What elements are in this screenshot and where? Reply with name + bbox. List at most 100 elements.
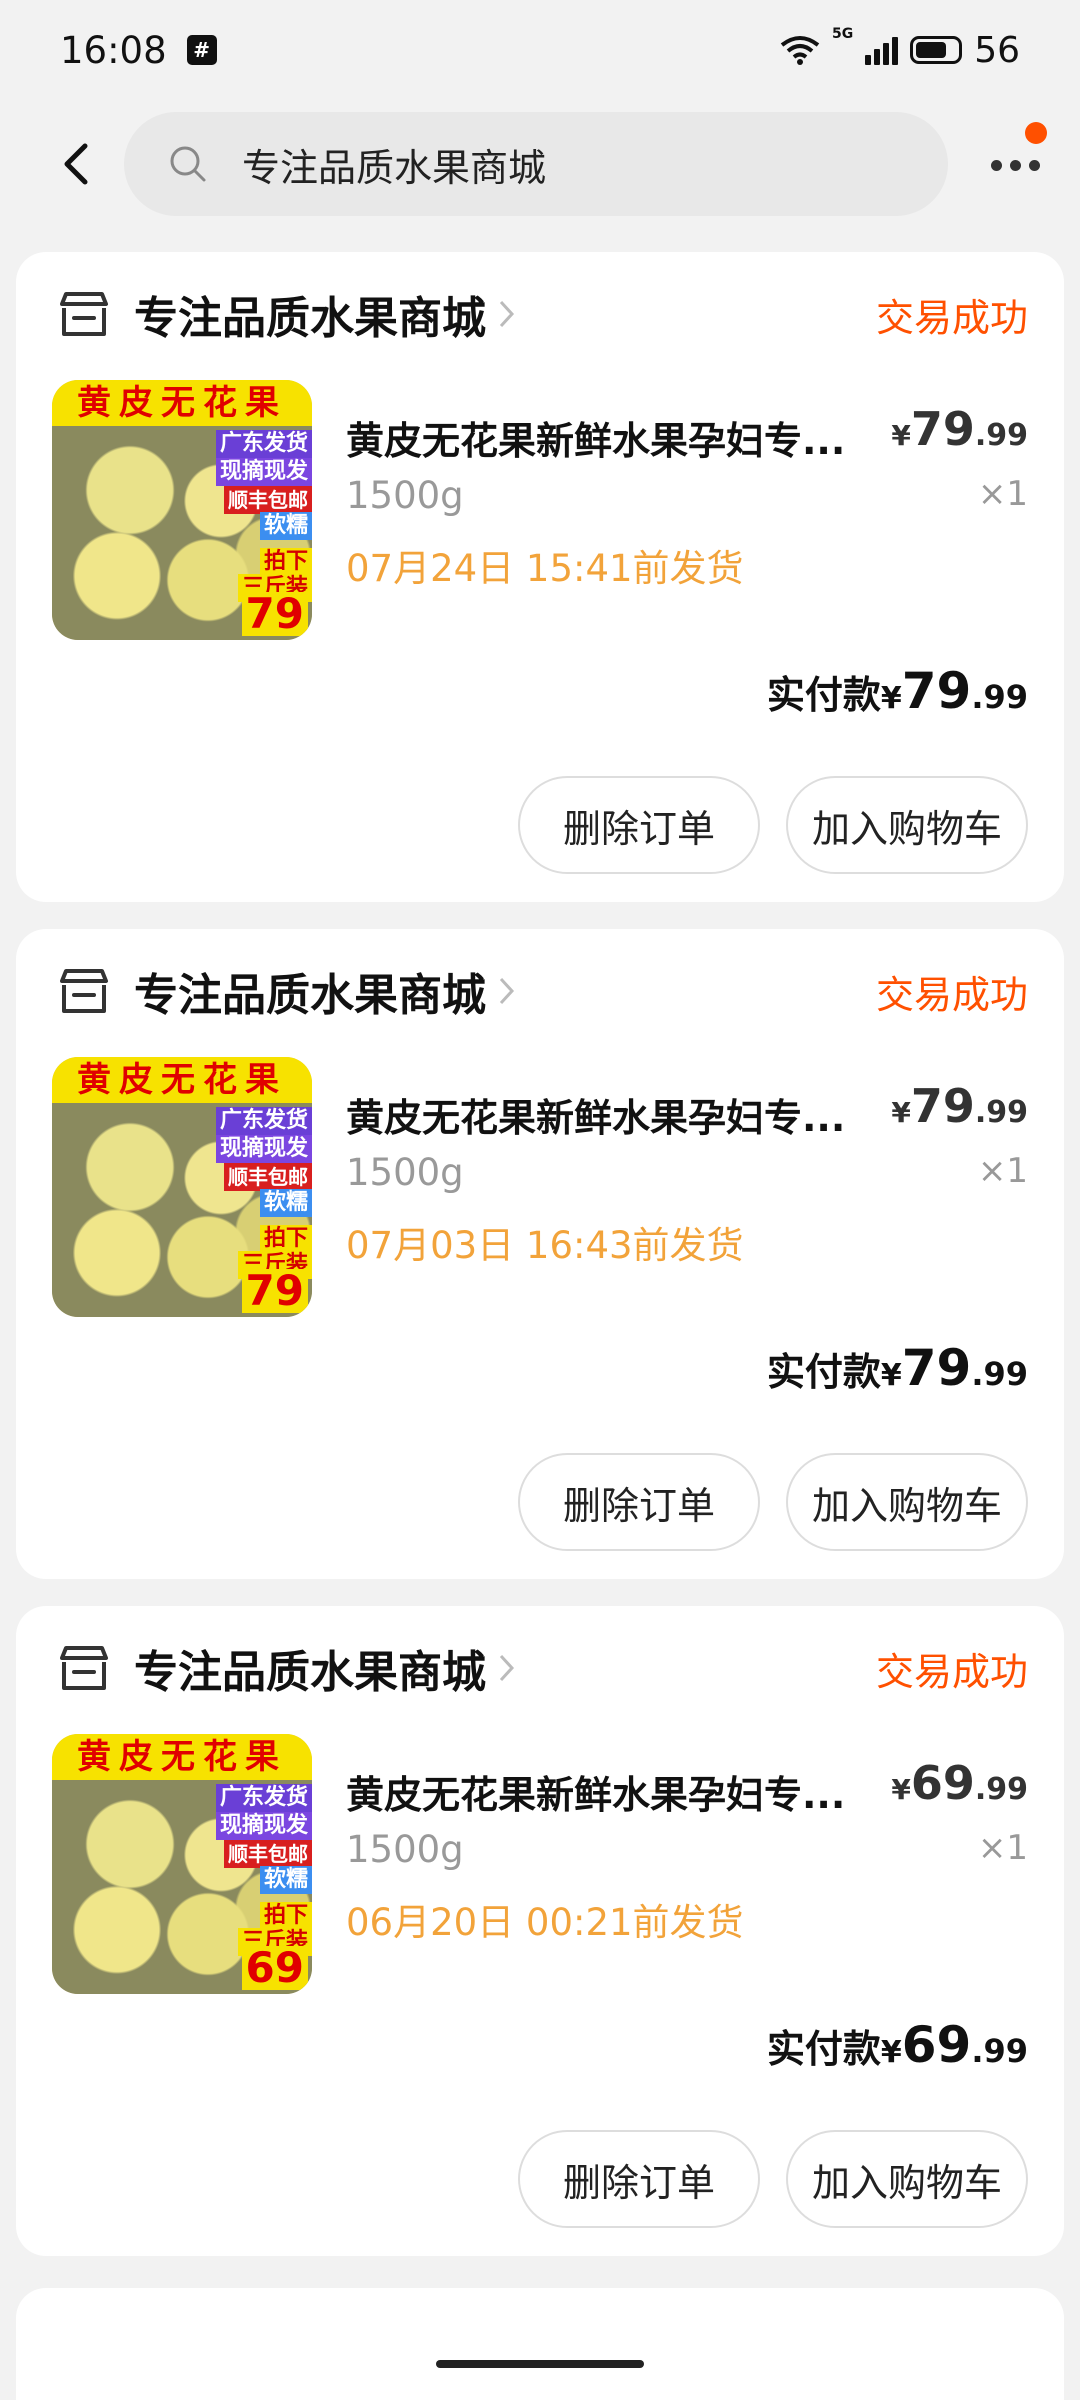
product-quantity: ×1 [977, 1828, 1028, 1868]
order-card-header: 专注品质水果商城 交易成功 [56, 1638, 1028, 1698]
search-bar[interactable]: 专注品质水果商城 [124, 112, 948, 216]
search-text: 专注品质水果商城 [242, 145, 547, 190]
order-status: 交易成功 [875, 972, 1028, 1017]
network-type: 5G [831, 25, 854, 42]
image-tag: 现摘现发 [215, 1812, 312, 1840]
paid-label: 实付款 [766, 1350, 881, 1394]
store-icon [60, 292, 108, 336]
unit-price: ¥79.99 [891, 402, 1028, 456]
more-button[interactable] [980, 140, 1050, 190]
order-status: 交易成功 [875, 1649, 1028, 1694]
currency-symbol: ¥ [891, 1773, 911, 1806]
notification-dot [1025, 122, 1047, 144]
back-button[interactable] [48, 136, 104, 192]
add-to-cart-button[interactable]: 加入购物车 [786, 776, 1028, 874]
add-to-cart-button[interactable]: 加入购物车 [786, 2130, 1028, 2228]
status-left: 16:08 # [60, 29, 217, 72]
product-sku: 1500g [346, 474, 464, 517]
chevron-right-icon [499, 1654, 515, 1682]
price-decimal: .99 [974, 1772, 1028, 1807]
shop-name[interactable]: 专注品质水果商城 [134, 1636, 486, 1700]
home-indicator [436, 2360, 644, 2368]
ship-deadline: 07月24日 15:41前发货 [346, 547, 744, 590]
paid-label: 实付款 [766, 2027, 881, 2071]
price-integer: 79 [910, 402, 975, 456]
order-card: 专注品质水果商城 交易成功 黄皮无花果 广东发货 现摘现发 顺丰包邮 软糯 拍下… [16, 252, 1064, 902]
image-tag: 拍下 [259, 548, 312, 576]
product-sku: 1500g [346, 1828, 464, 1871]
product-quantity: ×1 [977, 474, 1028, 514]
image-tag: 顺丰包邮 [224, 1163, 312, 1191]
paid-amount: 实付款 ¥79.99 [767, 662, 1028, 720]
image-banner-text: 黄皮无花果 [52, 1057, 312, 1103]
product-image[interactable]: 黄皮无花果 广东发货 现摘现发 顺丰包邮 软糯 拍下 三斤装 79 [52, 1057, 312, 1317]
shop-name[interactable]: 专注品质水果商城 [134, 282, 486, 346]
order-card: 专注品质水果商城 交易成功 黄皮无花果 广东发货 现摘现发 顺丰包邮 软糯 拍下… [16, 1606, 1064, 2256]
add-to-cart-button[interactable]: 加入购物车 [786, 1453, 1028, 1551]
delete-order-button[interactable]: 删除订单 [518, 1453, 760, 1551]
order-card-header: 专注品质水果商城 交易成功 [56, 284, 1028, 344]
image-tag: 现摘现发 [215, 458, 312, 486]
image-tag: 拍下 [259, 1225, 312, 1253]
image-tag: 广东发货 [215, 430, 312, 458]
paid-decimal: .99 [971, 2032, 1028, 2070]
app-notification-icon: # [186, 35, 217, 65]
ship-deadline: 07月03日 16:43前发货 [346, 1224, 744, 1267]
currency-symbol: ¥ [891, 419, 911, 452]
paid-amount: 实付款 ¥79.99 [767, 1339, 1028, 1397]
image-tag: 拍下 [259, 1902, 312, 1930]
currency-symbol: ¥ [880, 2035, 902, 2070]
partial-order-card [16, 2288, 1064, 2400]
currency-symbol: ¥ [880, 1358, 902, 1393]
product-image[interactable]: 黄皮无花果 广东发货 现摘现发 顺丰包邮 软糯 拍下 三斤装 69 [52, 1734, 312, 1994]
battery-icon [910, 36, 963, 64]
store-icon [60, 1646, 108, 1690]
price-integer: 79 [910, 1079, 975, 1133]
status-time: 16:08 [60, 28, 167, 72]
paid-decimal: .99 [971, 678, 1028, 716]
product-title[interactable]: 黄皮无花果新鲜水果孕妇专... [346, 1764, 886, 1819]
paid-integer: 69 [901, 2016, 972, 2074]
search-icon [170, 146, 206, 182]
product-sku: 1500g [346, 1151, 464, 1194]
chevron-right-icon [499, 977, 515, 1005]
price-decimal: .99 [974, 418, 1028, 453]
image-banner-text: 黄皮无花果 [52, 1734, 312, 1780]
shop-name[interactable]: 专注品质水果商城 [134, 959, 486, 1023]
image-tag: 软糯 [259, 1189, 312, 1217]
order-card: 专注品质水果商城 交易成功 黄皮无花果 广东发货 现摘现发 顺丰包邮 软糯 拍下… [16, 929, 1064, 1579]
image-tag: 广东发货 [215, 1107, 312, 1135]
image-tag: 顺丰包邮 [224, 486, 312, 514]
product-title[interactable]: 黄皮无花果新鲜水果孕妇专... [346, 410, 886, 465]
delete-order-button[interactable]: 删除订单 [518, 2130, 760, 2228]
battery-level: 56 [974, 29, 1020, 71]
paid-amount: 实付款 ¥69.99 [767, 2016, 1028, 2074]
product-image[interactable]: 黄皮无花果 广东发货 现摘现发 顺丰包邮 软糯 拍下 三斤装 79 [52, 380, 312, 640]
unit-price: ¥79.99 [891, 1079, 1028, 1133]
image-price: 69 [241, 1946, 308, 1990]
price-integer: 69 [910, 1756, 975, 1810]
unit-price: ¥69.99 [891, 1756, 1028, 1810]
status-right: 5G 56 [780, 26, 1020, 71]
image-tag: 软糯 [259, 512, 312, 540]
delete-order-button[interactable]: 删除订单 [518, 776, 760, 874]
ship-deadline: 06月20日 00:21前发货 [346, 1901, 744, 1944]
more-icon [990, 159, 1002, 171]
image-price: 79 [241, 592, 308, 636]
image-tag: 软糯 [259, 1866, 312, 1894]
order-status: 交易成功 [875, 295, 1028, 340]
image-tag: 广东发货 [215, 1784, 312, 1812]
chevron-right-icon [499, 300, 515, 328]
store-icon [60, 969, 108, 1013]
paid-decimal: .99 [971, 1355, 1028, 1393]
order-card-header: 专注品质水果商城 交易成功 [56, 961, 1028, 1021]
signal-icon [865, 35, 899, 65]
top-bar: 专注品质水果商城 [0, 112, 1080, 216]
status-bar: 16:08 # 5G 56 [0, 0, 1080, 100]
currency-symbol: ¥ [891, 1096, 911, 1129]
currency-symbol: ¥ [880, 681, 902, 716]
paid-integer: 79 [901, 1339, 972, 1397]
paid-label: 实付款 [766, 673, 881, 717]
product-title[interactable]: 黄皮无花果新鲜水果孕妇专... [346, 1087, 886, 1142]
image-tag: 顺丰包邮 [224, 1840, 312, 1868]
